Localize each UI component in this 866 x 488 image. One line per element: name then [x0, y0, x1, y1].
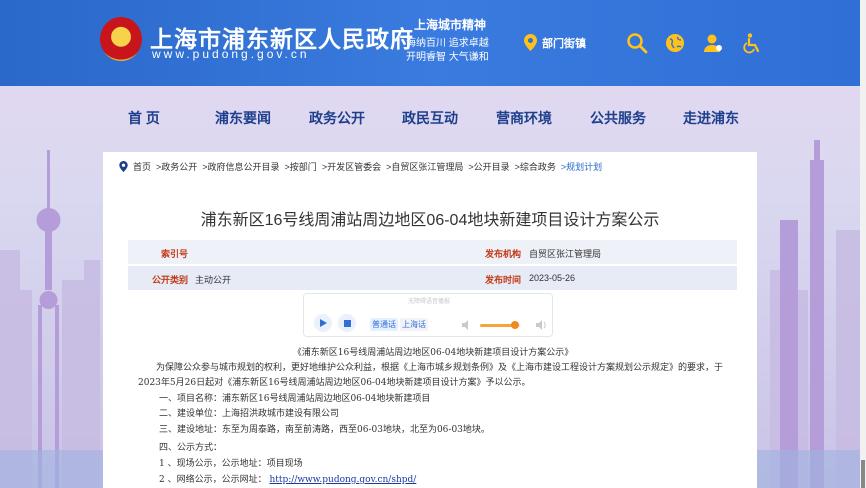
nav-home[interactable]: 首 页	[128, 108, 160, 128]
meta-row-index: 索引号 发布机构 自贸区张江管理局	[128, 240, 737, 264]
play-button[interactable]	[314, 314, 332, 332]
volume-low-icon[interactable]	[462, 320, 472, 330]
search-icon[interactable]	[626, 32, 648, 54]
nav-public-service[interactable]: 公共服务	[590, 108, 646, 128]
stop-button[interactable]	[338, 314, 356, 332]
content-heading: 《浦东新区16号线周浦站周边地区06-04地块新建项目设计方案公示》	[292, 348, 574, 358]
nav-about-pudong[interactable]: 走进浦东	[683, 108, 739, 128]
publisher-label: 发布机构	[485, 249, 522, 259]
content-paragraph: 为保障公众参与城市规划的权利，更好地维护公众利益，根据《上海市城乡规划条例》及《…	[138, 363, 724, 388]
breadcrumb-current[interactable]: >规划计划	[561, 160, 602, 173]
web-notice-prefix: 2 、网络公示，公示网址：	[159, 475, 267, 485]
content-item: 2 、网络公示，公示网址： http://www.pudong.gov.cn/s…	[159, 473, 749, 488]
shanghainese-tab[interactable]: 上海话	[400, 318, 428, 331]
nav-business[interactable]: 营商环境	[496, 108, 552, 128]
breadcrumb-item[interactable]: >公开目录	[468, 160, 509, 173]
scrollbar-thumb[interactable]	[861, 460, 865, 488]
publisher-value: 自贸区张江管理局	[529, 249, 602, 259]
breadcrumb-item[interactable]: >自贸区张江管理局	[386, 160, 463, 173]
nav-interaction[interactable]: 政民互动	[402, 108, 458, 128]
nav-gov-affairs[interactable]: 政务公开	[309, 108, 365, 128]
date-value: 2023-05-26	[529, 273, 576, 283]
stop-icon	[343, 319, 351, 327]
date-label: 发布时间	[485, 275, 522, 285]
dept-street-label: 部门街镇	[542, 37, 586, 50]
site-url: www.pudong.gov.cn	[152, 47, 310, 61]
article-card: 首页 >政务公开 >政府信息公开目录 >按部门 >开发区管委会 >自贸区张江管理…	[103, 152, 757, 488]
category-label: 公开类别	[152, 275, 189, 285]
user-icon[interactable]	[702, 32, 724, 54]
breadcrumb-home[interactable]: 首页	[133, 160, 151, 173]
breadcrumb-item[interactable]: >按部门	[285, 160, 317, 173]
notice-url-link[interactable]: http://www.pudong.gov.cn/shpd/	[269, 475, 416, 485]
nav-pudong-news[interactable]: 浦东要闻	[215, 108, 271, 128]
accessibility-icon[interactable]	[740, 32, 762, 54]
content-item: 二、建设单位：上海招洪政城市建设有限公司	[159, 409, 340, 419]
content-item: 四、公示方式：	[159, 443, 223, 453]
city-spirit-title: 上海城市精神	[414, 18, 487, 32]
meta-row-category: 公开类别 主动公开 发布时间 2023-05-26	[128, 266, 737, 290]
audio-player: 无障碍语音播报 普通话 上海话	[303, 293, 553, 337]
breadcrumb-item[interactable]: >开发区管委会	[322, 160, 381, 173]
play-icon	[320, 319, 327, 327]
globe-icon[interactable]	[664, 32, 686, 54]
city-spirit-line-1: 海纳百川 追求卓越	[406, 38, 489, 49]
category-value: 主动公开	[195, 275, 232, 285]
city-spirit-line-2: 开明睿智 大气谦和	[406, 52, 489, 63]
volume-high-icon[interactable]	[536, 320, 547, 330]
breadcrumb: 首页 >政务公开 >政府信息公开目录 >按部门 >开发区管委会 >自贸区张江管理…	[119, 160, 602, 173]
national-emblem-icon	[100, 17, 142, 61]
player-hint: 无障碍语音播报	[407, 299, 450, 305]
site-header: 上海市浦东新区人民政府 www.pudong.gov.cn 上海城市精神 海纳百…	[0, 0, 866, 86]
location-pin-icon	[119, 161, 128, 172]
breadcrumb-item[interactable]: >政务公开	[156, 160, 197, 173]
content-item: 三、建设地址：东至为周泰路，南至前涛路，西至06-03地块，北至为06-03地块…	[159, 425, 490, 435]
dept-street-link[interactable]: 部门街镇	[524, 34, 586, 51]
breadcrumb-item[interactable]: >政府信息公开目录	[202, 160, 279, 173]
content-item: 1 、现场公示，公示地址：项目现场	[159, 459, 303, 469]
breadcrumb-item[interactable]: >综合政务	[515, 160, 556, 173]
mandarin-tab[interactable]: 普通话	[370, 318, 398, 331]
location-pin-icon	[524, 34, 537, 51]
volume-slider-handle[interactable]	[511, 321, 519, 329]
scrollbar[interactable]	[860, 0, 866, 488]
index-label: 索引号	[161, 249, 189, 259]
content-item: 一、项目名称：浦东新区16号线周浦站周边地区06-04地块新建项目	[159, 394, 431, 404]
article-title: 浦东新区16号线周浦站周边地区06-04地块新建项目设计方案公示	[200, 212, 660, 229]
